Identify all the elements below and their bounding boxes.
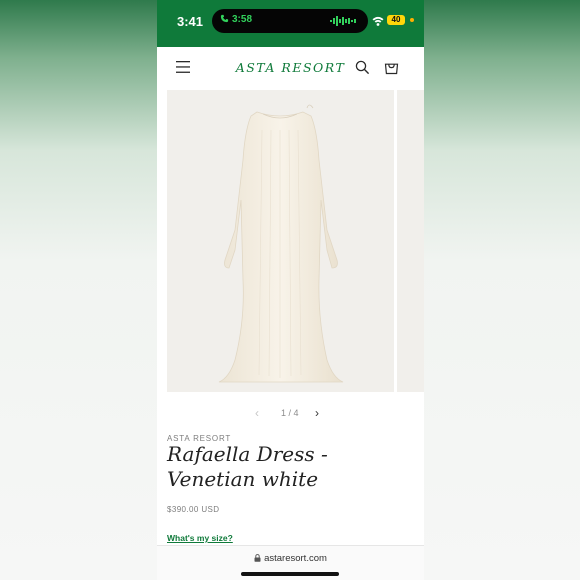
- site-header: ASTA RESORT: [157, 47, 424, 89]
- dress-image: [218, 104, 344, 383]
- privacy-dot: [410, 18, 414, 22]
- search-icon[interactable]: [355, 60, 370, 75]
- slider-controls: ‹ 1 / 4 ›: [157, 406, 424, 422]
- phone-screen: 3:41 3:58 40 ASTA RESORT ‹ 1 / 4 › ASTA …: [157, 0, 424, 580]
- chevron-right-icon[interactable]: ›: [315, 406, 319, 420]
- chevron-left-icon[interactable]: ‹: [255, 406, 259, 420]
- next-slide-peek[interactable]: [397, 90, 424, 392]
- wifi-icon: [372, 16, 384, 26]
- url-display[interactable]: astaresort.com: [157, 553, 424, 564]
- slide-counter: 1 / 4: [281, 408, 299, 418]
- product-title: Rafaella Dress - Venetian white: [167, 442, 328, 491]
- status-bar: 3:41 3:58 40: [157, 0, 424, 47]
- product-price: $390.00 USD: [167, 505, 220, 514]
- cart-icon[interactable]: [384, 60, 399, 75]
- call-timer[interactable]: 3:58: [220, 14, 252, 25]
- lock-icon: [254, 554, 261, 562]
- call-time-label: 3:58: [232, 14, 253, 25]
- battery-indicator: 40: [387, 15, 405, 25]
- phone-icon: [220, 14, 229, 23]
- browser-url-bar[interactable]: astaresort.com: [157, 545, 424, 580]
- size-guide-link[interactable]: What's my size?: [167, 533, 233, 543]
- waveform-icon: [330, 16, 356, 26]
- home-indicator[interactable]: [241, 572, 339, 576]
- product-image[interactable]: [167, 90, 394, 392]
- dynamic-island[interactable]: 3:58: [212, 9, 368, 33]
- status-time: 3:41: [177, 14, 204, 29]
- url-text: astaresort.com: [264, 553, 327, 564]
